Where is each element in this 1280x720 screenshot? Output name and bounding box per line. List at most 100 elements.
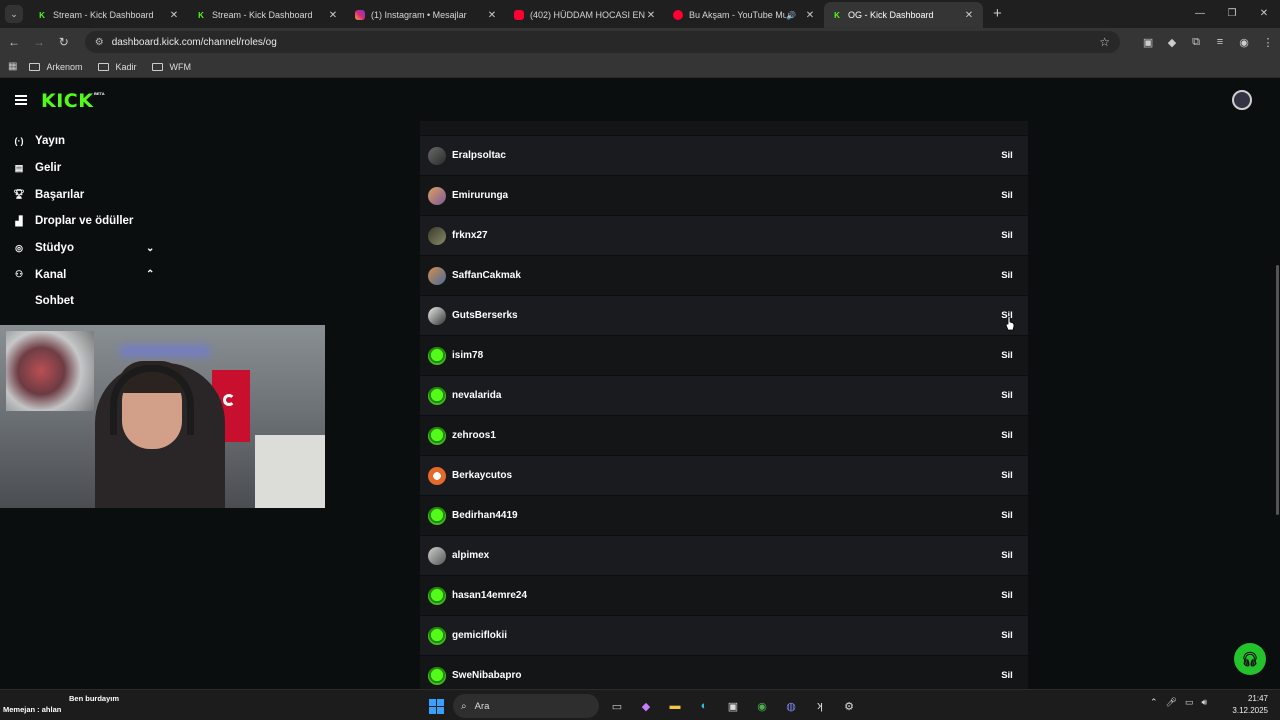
username[interactable]: Bedirhan4419 [452,510,992,521]
username[interactable]: frknx27 [452,230,992,241]
copilot-icon[interactable]: ◆ [634,695,658,717]
help-chat-button[interactable]: 🎧︎ [1234,643,1266,675]
kick-logo[interactable]: KICK [41,90,93,112]
system-tray: ⌃ 🎤︎ ▭ 🔊︎ [1150,697,1215,708]
username[interactable]: isim78 [452,350,992,361]
sidebar-item-yayin[interactable]: (·) Yayın [0,128,170,155]
browser-tab[interactable]: Bu Akşam - YouTube Music 🔊 ✕ [665,2,824,28]
close-tab-icon[interactable]: ✕ [327,10,339,21]
discord-icon[interactable]: ◍ [779,695,803,717]
browser-tab-active[interactable]: K OG - Kick Dashboard ✕ [824,2,983,28]
remove-button[interactable]: Sil [992,144,1022,168]
page-scrollbar[interactable] [1276,265,1279,515]
chevron-up-icon[interactable]: ⌃ [146,269,154,280]
kick-icon: K [39,10,45,20]
username[interactable]: hasan14emre24 [452,590,992,601]
remove-button[interactable]: Sil [992,504,1022,528]
apps-grid-icon[interactable]: ▦ [8,61,17,72]
remove-button[interactable]: Sil [992,664,1022,688]
new-tab-icon[interactable]: + [993,5,1002,22]
translate-icon[interactable]: ▣ [1136,36,1160,49]
taskbar-search[interactable]: ⌕ Ara [453,694,599,718]
username[interactable]: Eralpsoltac [452,150,992,161]
bookmark-folder[interactable]: Kadir [98,62,136,72]
file-explorer-icon[interactable]: ▬ [663,695,687,717]
tab-title: Stream - Kick Dashboard [212,10,313,20]
tray-chevron-icon[interactable]: ⌃ [1150,697,1158,708]
remove-button[interactable]: Sil [992,624,1022,648]
close-tab-icon[interactable]: ✕ [645,10,657,21]
forward-icon[interactable]: → [28,35,50,49]
minimize-icon[interactable]: — [1184,0,1216,28]
sidebar-item-sohbet[interactable]: Sohbet [0,288,170,315]
media-control-icon[interactable]: ≡ [1208,36,1232,49]
extensions-area: ▣ ◆ ⧉ ≡ ◉ ⋮ [1136,36,1280,49]
bookmark-folder[interactable]: Arkenom [29,62,82,72]
sidebar-item-studyo[interactable]: ◎ Stüdyo ⌄ [0,235,170,262]
user-avatar[interactable] [1232,90,1252,110]
kick-app-icon[interactable]: ʞ [808,695,832,717]
close-tab-icon[interactable]: ✕ [963,10,975,21]
close-tab-icon[interactable]: ✕ [804,10,816,21]
browser-tab[interactable]: K Stream - Kick Dashboard ✕ [188,2,347,28]
address-bar[interactable]: ⚙ dashboard.kick.com/channel/roles/og ☆ [84,31,1121,53]
profile-icon[interactable]: ◉ [1232,36,1256,49]
more-menu-icon[interactable]: ⋮ [1256,36,1280,49]
youtube-icon [514,10,524,20]
table-row: alpimex Sil [420,536,1028,575]
taskbar-apps: ⌕ Ara ▭ ◆ ▬ ◐ ▣ ◉ ◍ ʞ ⚙ [424,694,866,718]
taskbar-clock[interactable]: 21:47 3.12.2025 [1226,693,1268,717]
remove-button[interactable]: Sil [992,224,1022,248]
bookmark-star-icon[interactable]: ☆ [1099,35,1110,49]
settings-icon[interactable]: ⚙ [837,695,861,717]
username[interactable]: alpimex [452,550,992,561]
reload-icon[interactable]: ↻ [53,35,75,49]
extension-icon[interactable]: ◆ [1160,36,1184,49]
bookmark-folder[interactable]: WFM [152,62,191,72]
remove-button[interactable]: Sil [992,344,1022,368]
display-icon[interactable]: ▭ [1185,697,1194,708]
username[interactable]: GutsBerserks [452,310,992,321]
webcam-overlay [0,325,325,508]
username[interactable]: nevalarida [452,390,992,401]
chevron-down-icon[interactable]: ⌄ [146,243,154,254]
remove-button[interactable]: Sil [992,384,1022,408]
remove-button[interactable]: Sil [992,424,1022,448]
username[interactable]: Emirurunga [452,190,992,201]
task-view-icon[interactable]: ▭ [605,695,629,717]
chrome-icon[interactable]: ◉ [750,695,774,717]
remove-button[interactable]: Sil [992,184,1022,208]
username[interactable]: SaffanCakmak [452,270,992,281]
sidebar-item-gelir[interactable]: ▤ Gelir [0,155,170,182]
remove-button[interactable]: Sil [992,464,1022,488]
windows-start-icon[interactable] [424,695,448,717]
remove-button[interactable]: Sil [992,544,1022,568]
remove-button[interactable]: Sil [992,264,1022,288]
restore-icon[interactable]: ❐ [1216,0,1248,28]
puzzle-icon[interactable]: ⧉ [1184,36,1208,49]
username[interactable]: gemiciflokii [452,630,992,641]
username[interactable]: zehroos1 [452,430,992,441]
kick-icon: K [834,10,840,20]
audio-playing-icon[interactable]: 🔊 [786,11,796,20]
browser-tab[interactable]: K Stream - Kick Dashboard ✕ [29,2,188,28]
back-icon[interactable]: ← [3,35,25,49]
username[interactable]: SweNibabapro [452,670,992,681]
store-icon[interactable]: ▣ [721,695,745,717]
microphone-icon[interactable]: 🎤︎ [1166,697,1177,708]
sidebar-item-basarilar[interactable]: 🏆︎ Başarılar [0,181,170,208]
close-tab-icon[interactable]: ✕ [486,10,498,21]
remove-button[interactable]: Sil [992,584,1022,608]
tab-search-icon[interactable]: ⌄ [5,5,23,23]
edge-icon[interactable]: ◐ [692,695,716,717]
volume-icon[interactable]: 🔊︎ [1202,697,1208,708]
username[interactable]: Berkaycutos [452,470,992,481]
close-window-icon[interactable]: ✕ [1248,0,1280,28]
close-tab-icon[interactable]: ✕ [168,10,180,21]
sidebar-item-droplar[interactable]: ▟ Droplar ve ödüller [0,208,170,235]
sidebar-item-kanal[interactable]: ⚇ Kanal ⌃ [0,261,170,288]
site-info-icon[interactable]: ⚙ [95,37,104,48]
browser-tab[interactable]: (402) HÜDDAM HOCASI EN PO ✕ [506,2,665,28]
browser-tab[interactable]: (1) Instagram • Mesajlar ✕ [347,2,506,28]
menu-icon[interactable] [15,95,27,105]
